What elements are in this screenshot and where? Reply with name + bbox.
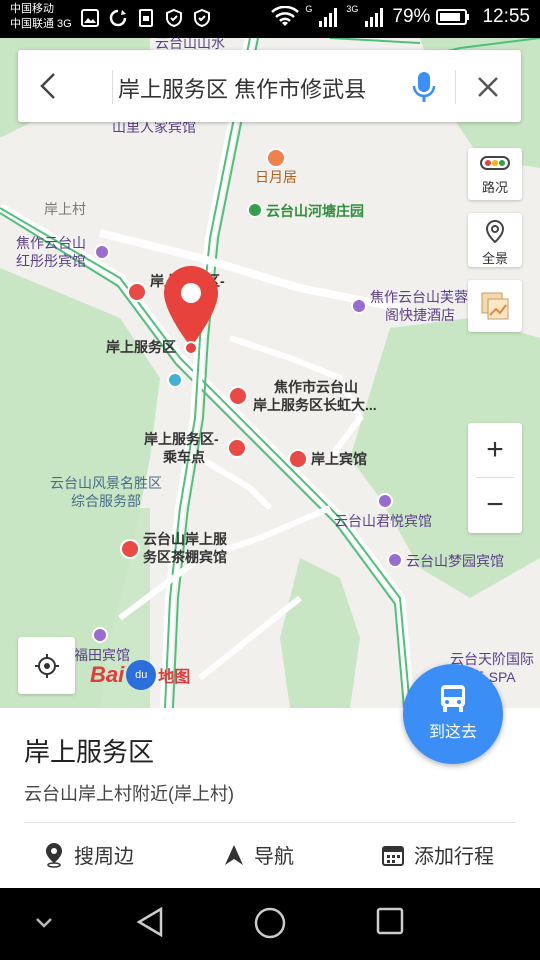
poi-bus-line2[interactable]: 乘车点 <box>163 448 205 466</box>
shield-check-icon <box>194 8 210 28</box>
pin-icon[interactable] <box>127 282 147 302</box>
paw-icon: du <box>126 660 157 690</box>
village-anshang: 岸上村 <box>44 201 86 217</box>
chevron-down-icon[interactable] <box>34 916 54 930</box>
panorama-label: 全景 <box>481 251 508 266</box>
navigation-arrow-icon <box>225 844 243 865</box>
recents-square-icon[interactable] <box>375 906 405 936</box>
poi-scenic-line1[interactable]: 云台山风景名胜区 <box>50 474 162 492</box>
map-layers-icon <box>481 292 509 320</box>
locate-me-button[interactable] <box>18 637 75 694</box>
hotel-icon[interactable] <box>351 298 367 314</box>
calendar-icon <box>382 845 404 866</box>
poi-chapeng-line1[interactable]: 云台山岸上服 <box>143 530 227 548</box>
poi-hetang[interactable]: 云台山河塘庄园 <box>266 202 364 220</box>
go-here-label: 到这去 <box>428 724 477 741</box>
poi-mengyuan[interactable]: 云台山梦园宾馆 <box>406 552 504 570</box>
logo-map: 地图 <box>158 669 191 686</box>
selected-location-marker-icon[interactable] <box>162 264 220 356</box>
bus-stop-pin-icon[interactable] <box>227 438 247 458</box>
home-circle-icon[interactable] <box>253 906 287 940</box>
navigate-button[interactable]: 导航 <box>224 840 294 869</box>
poi-changhong-line2[interactable]: 岸上服务区长虹大... <box>253 396 377 414</box>
poi-scenic-line2[interactable]: 综合服务部 <box>71 492 141 510</box>
sync-icon <box>109 9 127 27</box>
traffic-button[interactable]: 路况 <box>468 148 522 200</box>
restroom-icon[interactable] <box>167 372 183 388</box>
wifi-icon <box>271 6 300 26</box>
poi-chapeng-line2[interactable]: 务区茶棚宾馆 <box>143 548 227 566</box>
place-title: 岸上服务区 <box>24 737 155 767</box>
carrier-2: 中国联通 3G <box>10 18 72 30</box>
microphone-icon[interactable] <box>410 70 438 104</box>
file-icon <box>139 9 153 27</box>
divider <box>24 822 516 823</box>
search-bar: 岸上服务区 焦作市修武县 <box>18 50 521 122</box>
poi-changhong-line1[interactable]: 焦作市云台山 <box>274 378 358 396</box>
search-nearby-button[interactable]: 搜周边 <box>44 840 134 869</box>
search-input[interactable]: 岸上服务区 焦作市修武县 <box>118 72 366 104</box>
baidu-map-logo: Bai du 地图 <box>90 660 190 690</box>
shield-icon <box>166 8 182 28</box>
hotel-pin-icon[interactable] <box>120 539 140 559</box>
network-type-2: 3G <box>346 4 359 14</box>
traffic-light-icon <box>480 156 510 170</box>
hotel-icon[interactable] <box>377 493 393 509</box>
add-trip-button[interactable]: 添加行程 <box>382 840 494 869</box>
hotel-icon[interactable] <box>387 552 403 568</box>
status-right: G 3G 79% 12:55 <box>271 4 530 28</box>
map-base <box>0 38 540 708</box>
hotel-pin-icon[interactable] <box>288 449 308 469</box>
poi-riyueju[interactable]: 日月居 <box>255 168 297 186</box>
hotel-icon[interactable] <box>92 627 108 643</box>
notification-icons <box>80 8 212 28</box>
layers-button[interactable] <box>468 280 522 332</box>
navigate-label: 导航 <box>254 846 294 868</box>
system-nav-bar <box>0 888 540 960</box>
map-canvas[interactable]: 云台山山水 山里人家宾馆 日月居 云台山河塘庄园 岸上村 焦作云台山 红彤彤宾馆… <box>0 38 540 708</box>
panorama-pin-icon <box>485 219 505 244</box>
signal-1-icon <box>319 8 338 27</box>
divider <box>112 70 113 104</box>
close-icon[interactable] <box>473 72 503 102</box>
panorama-button[interactable]: 全景 <box>468 213 522 267</box>
poi-bus-line1[interactable]: 岸上服务区- <box>144 430 219 448</box>
search-nearby-label: 搜周边 <box>74 846 134 868</box>
zoom-in-button[interactable]: + <box>468 423 522 477</box>
crosshair-icon <box>34 653 59 678</box>
location-pin-icon <box>46 842 62 868</box>
status-bar: 中国移动 中国联通 3G G 3G 79% 12:55 <box>0 0 540 38</box>
logo-brand: Bai <box>90 662 125 687</box>
clock: 12:55 <box>482 6 530 27</box>
traffic-label: 路况 <box>481 180 508 195</box>
poi-hongbin-line1[interactable]: 焦作云台山 <box>16 234 86 252</box>
restaurant-icon[interactable] <box>266 148 286 168</box>
poi-junyue[interactable]: 云台山君悦宾馆 <box>334 512 432 530</box>
image-icon <box>81 9 99 27</box>
place-address: 云台山岸上村附近(岸上村) <box>24 784 234 804</box>
hotel-pin-icon[interactable] <box>228 386 248 406</box>
network-type-1: G <box>305 4 313 14</box>
back-icon[interactable] <box>32 68 68 104</box>
divider <box>455 70 456 104</box>
zoom-control: + − <box>468 423 522 533</box>
signal-2-icon <box>365 8 384 27</box>
back-triangle-icon[interactable] <box>135 906 165 938</box>
carrier-1: 中国移动 <box>10 3 54 15</box>
battery-icon <box>436 9 470 25</box>
add-trip-label: 添加行程 <box>414 846 494 868</box>
zoom-out-button[interactable]: − <box>468 478 522 532</box>
poi-anshang-hotel[interactable]: 岸上宾馆 <box>311 450 367 468</box>
poi-hongbin-line2[interactable]: 红彤彤宾馆 <box>16 252 86 270</box>
battery-percent: 79% <box>392 6 431 27</box>
logo-du: du <box>135 669 148 681</box>
bus-icon <box>441 685 465 712</box>
poi-furong-line2[interactable]: 阁快捷酒店 <box>385 306 455 324</box>
go-here-button[interactable]: 到这去 <box>403 664 503 764</box>
poi-furong-line1[interactable]: 焦作云台山芙蓉 <box>370 288 468 306</box>
hotel-icon[interactable] <box>94 244 110 260</box>
park-icon[interactable] <box>247 202 263 218</box>
